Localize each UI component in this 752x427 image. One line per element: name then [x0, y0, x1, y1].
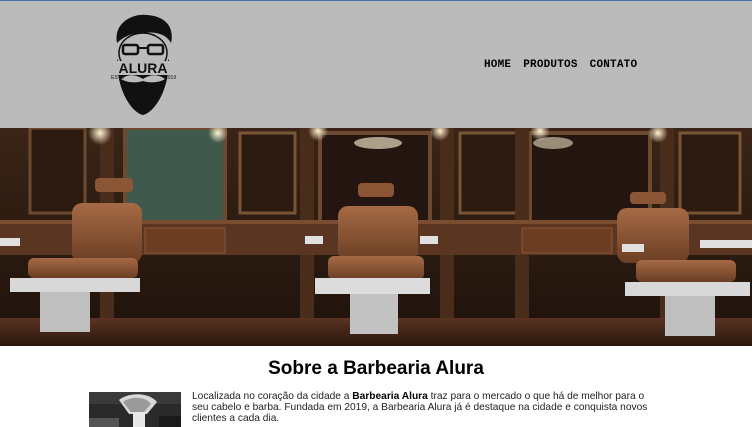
main-nav: HOME PRODUTOS CONTATO	[484, 59, 649, 71]
barbershop-logo[interactable]: ALURA ESTD 2019	[103, 13, 183, 117]
nav-produtos-link[interactable]: PRODUTOS	[523, 59, 577, 71]
logo-estd: ESTD	[111, 75, 125, 81]
nav-contato-link[interactable]: CONTATO	[590, 59, 638, 71]
about-title: Sobre a Barbearia Alura	[268, 358, 484, 379]
logo-brand: ALURA	[119, 60, 168, 76]
about-text-intro: Localizada no coração da cidade a	[192, 391, 353, 402]
about-text-brand: Barbearia Alura	[352, 391, 428, 402]
site-header: ALURA ESTD 2019 HOME PRODUTOS CONTATO	[0, 1, 752, 128]
nav-home-link[interactable]: HOME	[484, 59, 511, 71]
logo-year: 2019	[165, 75, 176, 81]
hero-banner-image	[0, 128, 752, 346]
about-description: Localizada no coração da cidade a Barbea…	[192, 391, 662, 425]
shaving-brush-image	[89, 392, 181, 427]
